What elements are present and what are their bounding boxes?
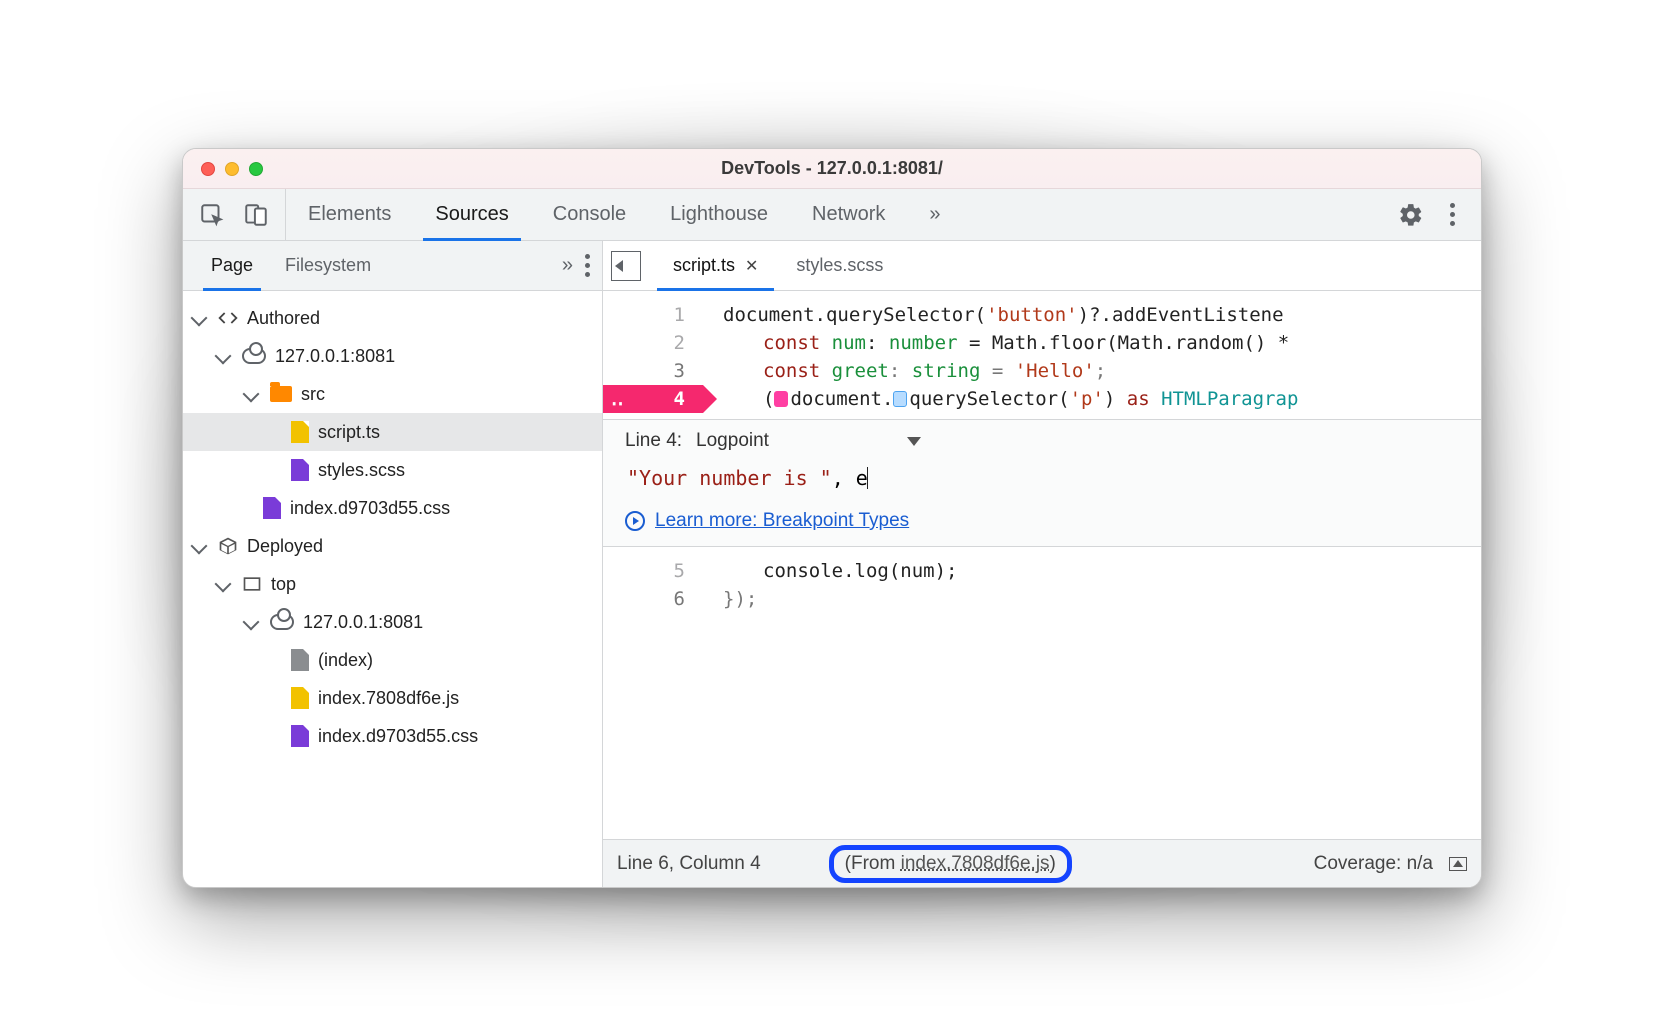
- code-editor[interactable]: 1 2 3 ‥ 4 document.querySelector('button…: [603, 291, 1481, 839]
- sourcemap-origin: (From index.7808df6e.js): [837, 851, 1064, 877]
- sources-sidebar: Page Filesystem » Authored: [183, 241, 603, 887]
- tab-sources[interactable]: Sources: [413, 189, 530, 240]
- device-toolbar-icon[interactable]: [243, 202, 269, 228]
- window-title: DevTools - 127.0.0.1:8081/: [183, 158, 1481, 179]
- tree-folder-src[interactable]: src: [183, 375, 602, 413]
- editor-tab-styles-scss[interactable]: styles.scss: [780, 241, 899, 290]
- editor-pane: script.ts ✕ styles.scss 1 2 3: [603, 241, 1481, 887]
- editor-statusbar: Line 6, Column 4 (From index.7808df6e.js…: [603, 839, 1481, 887]
- annotation-highlight: [829, 845, 1072, 883]
- line-gutter[interactable]: 1 2 3 ‥ 4: [603, 291, 703, 413]
- cloud-icon: [242, 348, 266, 364]
- tree-file-script-ts[interactable]: script.ts: [183, 413, 602, 451]
- text-cursor-icon: [867, 467, 869, 489]
- file-tree: Authored 127.0.0.1:8081 src scrip: [183, 291, 602, 887]
- sourcemap-marker-icon: [893, 391, 907, 407]
- document-file-icon: [291, 649, 309, 671]
- frame-icon: [242, 573, 262, 595]
- tree-top-frame[interactable]: top: [183, 565, 602, 603]
- coverage-status: Coverage: n/a: [1314, 853, 1433, 875]
- css-file-icon: [291, 725, 309, 747]
- settings-gear-icon[interactable]: [1398, 202, 1424, 228]
- tab-console[interactable]: Console: [531, 189, 648, 240]
- sidebar-tab-page[interactable]: Page: [195, 241, 269, 290]
- tab-network[interactable]: Network: [790, 189, 907, 240]
- logpoint-marker-icon[interactable]: ‥ 4: [603, 385, 703, 413]
- code-icon: [218, 307, 238, 329]
- tree-host-deployed[interactable]: 127.0.0.1:8081: [183, 603, 602, 641]
- box-icon: [218, 535, 238, 557]
- logpoint-line-label: Line 4:: [625, 430, 682, 452]
- editor-tab-script-ts[interactable]: script.ts ✕: [657, 241, 774, 290]
- cursor-position: Line 6, Column 4: [617, 853, 761, 875]
- tree-file-index-css-2[interactable]: index.d9703d55.css: [183, 717, 602, 755]
- sidebar-more-icon[interactable]: [585, 254, 590, 277]
- more-menu-icon[interactable]: [1450, 203, 1455, 226]
- tab-elements[interactable]: Elements: [286, 189, 413, 240]
- editor-tabstrip: script.ts ✕ styles.scss: [603, 241, 1481, 291]
- chevron-down-icon: [907, 437, 921, 446]
- titlebar: DevTools - 127.0.0.1:8081/: [183, 149, 1481, 189]
- tree-file-styles-scss[interactable]: styles.scss: [183, 451, 602, 489]
- js-file-icon: [291, 421, 309, 443]
- tab-lighthouse[interactable]: Lighthouse: [648, 189, 790, 240]
- tree-file-index[interactable]: (index): [183, 641, 602, 679]
- css-file-icon: [263, 497, 281, 519]
- sidebar-tabs-overflow-icon[interactable]: »: [562, 254, 569, 277]
- css-file-icon: [291, 459, 309, 481]
- inspect-element-icon[interactable]: [199, 202, 225, 228]
- sidebar-tab-filesystem[interactable]: Filesystem: [269, 241, 387, 290]
- show-drawer-icon[interactable]: [1449, 857, 1467, 871]
- folder-icon: [270, 386, 292, 402]
- main-tabstrip: Elements Sources Console Lighthouse Netw…: [183, 189, 1481, 241]
- tabs-overflow-icon[interactable]: »: [907, 189, 958, 240]
- tree-authored[interactable]: Authored: [183, 299, 602, 337]
- toggle-navigator-icon[interactable]: [611, 251, 641, 281]
- cloud-icon: [270, 614, 294, 630]
- devtools-window: DevTools - 127.0.0.1:8081/ Elements Sour…: [182, 148, 1482, 888]
- js-file-icon: [291, 687, 309, 709]
- learn-more-link[interactable]: Learn more: Breakpoint Types: [625, 510, 1459, 532]
- close-tab-icon[interactable]: ✕: [745, 256, 758, 276]
- tree-deployed[interactable]: Deployed: [183, 527, 602, 565]
- tree-host-authored[interactable]: 127.0.0.1:8081: [183, 337, 602, 375]
- info-arrow-icon: [625, 511, 645, 531]
- tree-file-index-css[interactable]: index.d9703d55.css: [183, 489, 602, 527]
- logpoint-expression-input[interactable]: "Your number is ", e: [625, 460, 1459, 504]
- sourcemap-marker-icon: [774, 391, 788, 407]
- breakpoint-type-select[interactable]: Logpoint: [696, 430, 921, 452]
- logpoint-editor: Line 4: Logpoint "Your number is ", e Le…: [603, 419, 1481, 547]
- tree-file-index-js[interactable]: index.7808df6e.js: [183, 679, 602, 717]
